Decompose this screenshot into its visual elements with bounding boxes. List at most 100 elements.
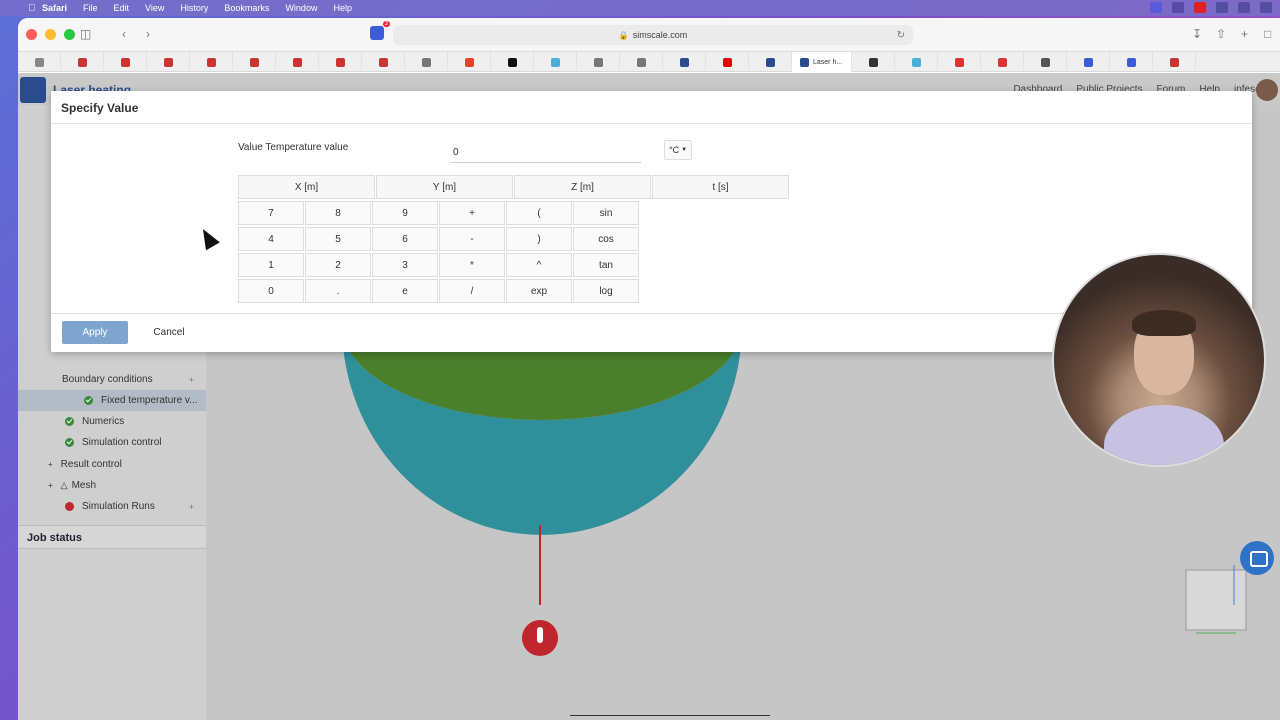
key-9[interactable]: 9 [372, 201, 438, 225]
key-plus[interactable]: + [439, 201, 505, 225]
tree-boundary-conditions[interactable]: Boundary conditions + [18, 369, 206, 390]
tree-fixed-temperature[interactable]: Fixed temperature v... [18, 390, 206, 411]
menu-history[interactable]: History [180, 3, 208, 13]
job-status-panel[interactable]: Job status [18, 525, 206, 549]
extension-icon[interactable]: 3 [370, 21, 390, 40]
key-power[interactable]: ^ [506, 253, 572, 277]
menu-view[interactable]: View [145, 3, 164, 13]
key-minus[interactable]: - [439, 227, 505, 251]
tab[interactable] [18, 52, 61, 72]
var-t-button[interactable]: t [s] [652, 175, 789, 199]
key-7[interactable]: 7 [238, 201, 304, 225]
tab[interactable] [104, 52, 147, 72]
tab[interactable] [1153, 52, 1196, 72]
key-4[interactable]: 4 [238, 227, 304, 251]
key-decimal[interactable]: . [305, 279, 371, 303]
key-cos[interactable]: cos [573, 227, 639, 251]
minimize-window-icon[interactable] [45, 29, 56, 40]
var-z-button[interactable]: Z [m] [514, 175, 651, 199]
share-icon[interactable] [1238, 2, 1250, 13]
tab[interactable] [534, 52, 577, 72]
menu-bookmarks[interactable]: Bookmarks [224, 3, 269, 13]
tab[interactable] [1024, 52, 1067, 72]
key-sin[interactable]: sin [573, 201, 639, 225]
tab[interactable] [620, 52, 663, 72]
key-close-paren[interactable]: ) [506, 227, 572, 251]
tree-result-control[interactable]: + Result control [18, 454, 206, 475]
menu-help[interactable]: Help [333, 3, 352, 13]
key-divide[interactable]: / [439, 279, 505, 303]
tree-numerics[interactable]: Numerics [18, 411, 206, 432]
temperature-value-input[interactable] [451, 143, 641, 163]
apple-icon[interactable]:  [28, 3, 42, 14]
menu-file[interactable]: File [83, 3, 98, 13]
tab[interactable] [190, 52, 233, 72]
tab[interactable] [981, 52, 1024, 72]
key-open-paren[interactable]: ( [506, 201, 572, 225]
key-8[interactable]: 8 [305, 201, 371, 225]
tree-simulation-runs[interactable]: Simulation Runs + [18, 496, 206, 517]
key-tan[interactable]: tan [573, 253, 639, 277]
tab[interactable] [706, 52, 749, 72]
add-boundary-condition-icon[interactable]: + [189, 375, 194, 385]
tab-active[interactable]: Laser h... [792, 52, 852, 72]
tab[interactable] [147, 52, 190, 72]
address-bar[interactable]: 🔒 simscale.com ↻ [393, 25, 913, 45]
simscale-logo-icon[interactable] [20, 77, 46, 103]
key-0[interactable]: 0 [238, 279, 304, 303]
tab-overview-icon[interactable]: □ [1264, 27, 1271, 41]
tab[interactable] [1067, 52, 1110, 72]
control-icon[interactable] [1172, 2, 1184, 13]
back-icon[interactable]: ‹ [122, 27, 126, 41]
var-y-button[interactable]: Y [m] [376, 175, 513, 199]
tab[interactable] [233, 52, 276, 72]
reload-icon[interactable]: ↻ [897, 30, 905, 41]
downloads-icon[interactable]: ↧ [1192, 27, 1202, 41]
key-multiply[interactable]: * [439, 253, 505, 277]
view-cube[interactable] [1185, 565, 1247, 634]
tab[interactable] [938, 52, 981, 72]
record-icon[interactable] [1194, 2, 1206, 13]
new-tab-icon[interactable]: + [1241, 27, 1248, 41]
tree-simulation-control[interactable]: Simulation control [18, 432, 206, 453]
cancel-button[interactable]: Cancel [137, 321, 201, 344]
tab[interactable] [448, 52, 491, 72]
key-2[interactable]: 2 [305, 253, 371, 277]
tree-mesh[interactable]: + △ Mesh [18, 475, 206, 496]
tab[interactable] [491, 52, 534, 72]
key-5[interactable]: 5 [305, 227, 371, 251]
apply-button[interactable]: Apply [62, 321, 128, 344]
unit-select[interactable]: °C ▼ [664, 140, 692, 160]
forward-icon[interactable]: › [146, 27, 150, 41]
tab[interactable] [749, 52, 792, 72]
close-window-icon[interactable] [26, 29, 37, 40]
expand-icon[interactable]: + [48, 460, 53, 469]
tab[interactable] [61, 52, 104, 72]
key-3[interactable]: 3 [372, 253, 438, 277]
key-exp[interactable]: exp [506, 279, 572, 303]
tab[interactable] [276, 52, 319, 72]
menu-window[interactable]: Window [285, 3, 317, 13]
tab[interactable] [1110, 52, 1153, 72]
sidebar-toggle-icon[interactable]: ◫ [80, 27, 91, 41]
view-cube-face[interactable] [1185, 569, 1247, 631]
key-e[interactable]: e [372, 279, 438, 303]
var-x-button[interactable]: X [m] [238, 175, 375, 199]
wifi-icon[interactable] [1260, 2, 1272, 13]
expand-icon[interactable]: + [48, 481, 53, 490]
avatar[interactable] [1256, 79, 1278, 101]
key-6[interactable]: 6 [372, 227, 438, 251]
tab[interactable] [362, 52, 405, 72]
tab[interactable] [852, 52, 895, 72]
screen-icon[interactable] [1150, 2, 1162, 13]
tab[interactable] [577, 52, 620, 72]
tab[interactable] [663, 52, 706, 72]
display-icon[interactable] [1216, 2, 1228, 13]
tab[interactable] [319, 52, 362, 72]
share-page-icon[interactable]: ⇧ [1216, 27, 1226, 41]
chat-support-icon[interactable] [1240, 541, 1274, 575]
tab[interactable] [405, 52, 448, 72]
menu-edit[interactable]: Edit [114, 3, 130, 13]
menu-safari[interactable]: Safari [42, 3, 67, 13]
zoom-window-icon[interactable] [64, 29, 75, 40]
